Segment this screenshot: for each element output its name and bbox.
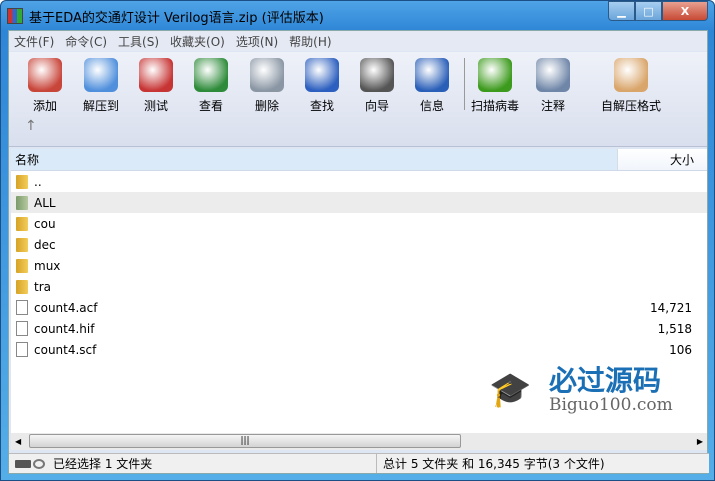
test-clipboard-icon [139, 58, 173, 92]
window-title: 基于EDA的交通灯设计 Verilog语言.zip (评估版本) [29, 10, 324, 26]
file-size: 14,721 [650, 300, 692, 315]
trash-icon [250, 58, 284, 92]
toolbar-label: 测试 [143, 99, 168, 113]
toolbar-label: 向导 [364, 99, 389, 113]
file-row[interactable]: .. [11, 171, 707, 192]
file-name: mux [34, 258, 61, 273]
toolbar-button-wizard-wand[interactable]: 向导 [351, 58, 403, 114]
status-total: 总计 5 文件夹 和 16,345 字节(3 个文件) [383, 457, 605, 471]
close-button[interactable]: X [662, 1, 708, 21]
menu-item-4[interactable]: 选项(N) [236, 33, 278, 50]
menu-item-3[interactable]: 收藏夹(O) [170, 33, 225, 50]
file-row[interactable]: dec [11, 234, 707, 255]
folder-icon [16, 195, 28, 210]
status-bar: 已经选择 1 文件夹 总计 5 文件夹 和 16,345 字节(3 个文件) [9, 453, 709, 473]
file-row[interactable]: count4.acf 14,721 [11, 297, 707, 318]
file-icon [16, 342, 28, 357]
toolbar-button-view-book[interactable]: 查看 [185, 58, 237, 114]
toolbar-label: 自解压格式 [600, 99, 661, 113]
wizard-wand-icon [360, 58, 394, 92]
extract-folder-icon [84, 58, 118, 92]
horizontal-scrollbar[interactable]: ◀ ||| ▶ [11, 433, 707, 450]
folder-icon [16, 258, 28, 273]
file-icon [16, 300, 28, 315]
file-name: .. [34, 174, 42, 189]
toolbar-separator [464, 58, 465, 110]
toolbar-label: 信息 [419, 99, 444, 113]
toolbar-label: 添加 [32, 99, 57, 113]
scrollbar-thumb[interactable]: ||| [29, 434, 461, 448]
menu-item-2[interactable]: 工具(S) [118, 33, 159, 50]
toolbar-button-comment[interactable]: 注释 [527, 58, 579, 114]
file-name: count4.acf [34, 300, 98, 315]
search-magnifier-icon [305, 58, 339, 92]
column-header-name[interactable]: 名称 [11, 149, 618, 170]
file-icon [16, 321, 28, 336]
file-row[interactable]: cou [11, 213, 707, 234]
folder-icon [16, 216, 28, 231]
toolbar-label: 删除 [254, 99, 279, 113]
file-row[interactable]: ALL [11, 192, 707, 213]
toolbar-button-info[interactable]: 信息 [406, 58, 458, 114]
file-size: 1,518 [657, 321, 692, 336]
toolbar-button-extract-folder[interactable]: 解压到 [75, 58, 127, 114]
key-icon [33, 458, 45, 469]
column-header-size[interactable]: 大小 [618, 149, 698, 170]
watermark-en: Biguo100.com [549, 395, 673, 415]
toolbar: ↑ 添加 解压到 测试 查看 删除 查找 向导 信息 扫描病毒 注释 自解压格式 [9, 52, 707, 147]
file-name: tra [34, 279, 51, 294]
toolbar-label: 注释 [540, 99, 565, 113]
file-row[interactable]: tra [11, 276, 707, 297]
file-name: cou [34, 216, 56, 231]
file-row[interactable]: mux [11, 255, 707, 276]
menu-item-1[interactable]: 命令(C) [65, 33, 107, 50]
menu-item-0[interactable]: 文件(F) [14, 33, 54, 50]
file-row[interactable]: count4.hif 1,518 [11, 318, 707, 339]
file-name: ALL [34, 195, 56, 210]
virus-scan-icon [478, 58, 512, 92]
folder-icon [16, 237, 28, 252]
file-name: count4.hif [34, 321, 95, 336]
menu-bar: 文件(F) 命令(C) 工具(S) 收藏夹(O) 选项(N) 帮助(H) [9, 31, 707, 51]
up-arrow-icon[interactable]: ↑ [25, 118, 37, 134]
title-bar: 基于EDA的交通灯设计 Verilog语言.zip (评估版本) [7, 6, 324, 26]
graduation-cap-icon: 🎓 [489, 370, 532, 410]
toolbar-button-virus-scan[interactable]: 扫描病毒 [469, 58, 521, 114]
minimize-button[interactable]: ▁ [608, 1, 635, 21]
comment-icon [536, 58, 570, 92]
maximize-button[interactable]: □ [635, 1, 662, 21]
sfx-box-icon [614, 58, 648, 92]
watermark-logo: 🎓 必过源码 Biguo100.com [489, 364, 673, 415]
file-size: 106 [669, 342, 692, 357]
drive-icon [15, 459, 31, 468]
toolbar-label: 解压到 [82, 99, 119, 113]
menu-item-5[interactable]: 帮助(H) [289, 33, 331, 50]
status-selected: 已经选择 1 文件夹 [53, 457, 153, 471]
toolbar-button-add-archive[interactable]: 添加 [19, 58, 71, 114]
scroll-left-icon[interactable]: ◀ [15, 437, 21, 446]
folder-icon [16, 174, 28, 189]
toolbar-button-search-magnifier[interactable]: 查找 [296, 58, 348, 114]
add-archive-icon [28, 58, 62, 92]
toolbar-button-sfx-box[interactable]: 自解压格式 [595, 58, 667, 114]
winrar-window: 基于EDA的交通灯设计 Verilog语言.zip (评估版本) ▁ □ X 文… [0, 0, 715, 481]
toolbar-label: 扫描病毒 [470, 99, 519, 113]
toolbar-label: 查找 [309, 99, 334, 113]
info-icon [415, 58, 449, 92]
toolbar-button-test-clipboard[interactable]: 测试 [130, 58, 182, 114]
watermark-cn: 必过源码 [549, 364, 662, 397]
file-name: dec [34, 237, 56, 252]
file-name: count4.scf [34, 342, 97, 357]
toolbar-button-trash[interactable]: 删除 [241, 58, 293, 114]
winrar-app-icon [7, 8, 23, 24]
scroll-right-icon[interactable]: ▶ [697, 437, 703, 446]
view-book-icon [194, 58, 228, 92]
toolbar-label: 查看 [198, 99, 223, 113]
file-row[interactable]: count4.scf 106 [11, 339, 707, 360]
folder-icon [16, 279, 28, 294]
